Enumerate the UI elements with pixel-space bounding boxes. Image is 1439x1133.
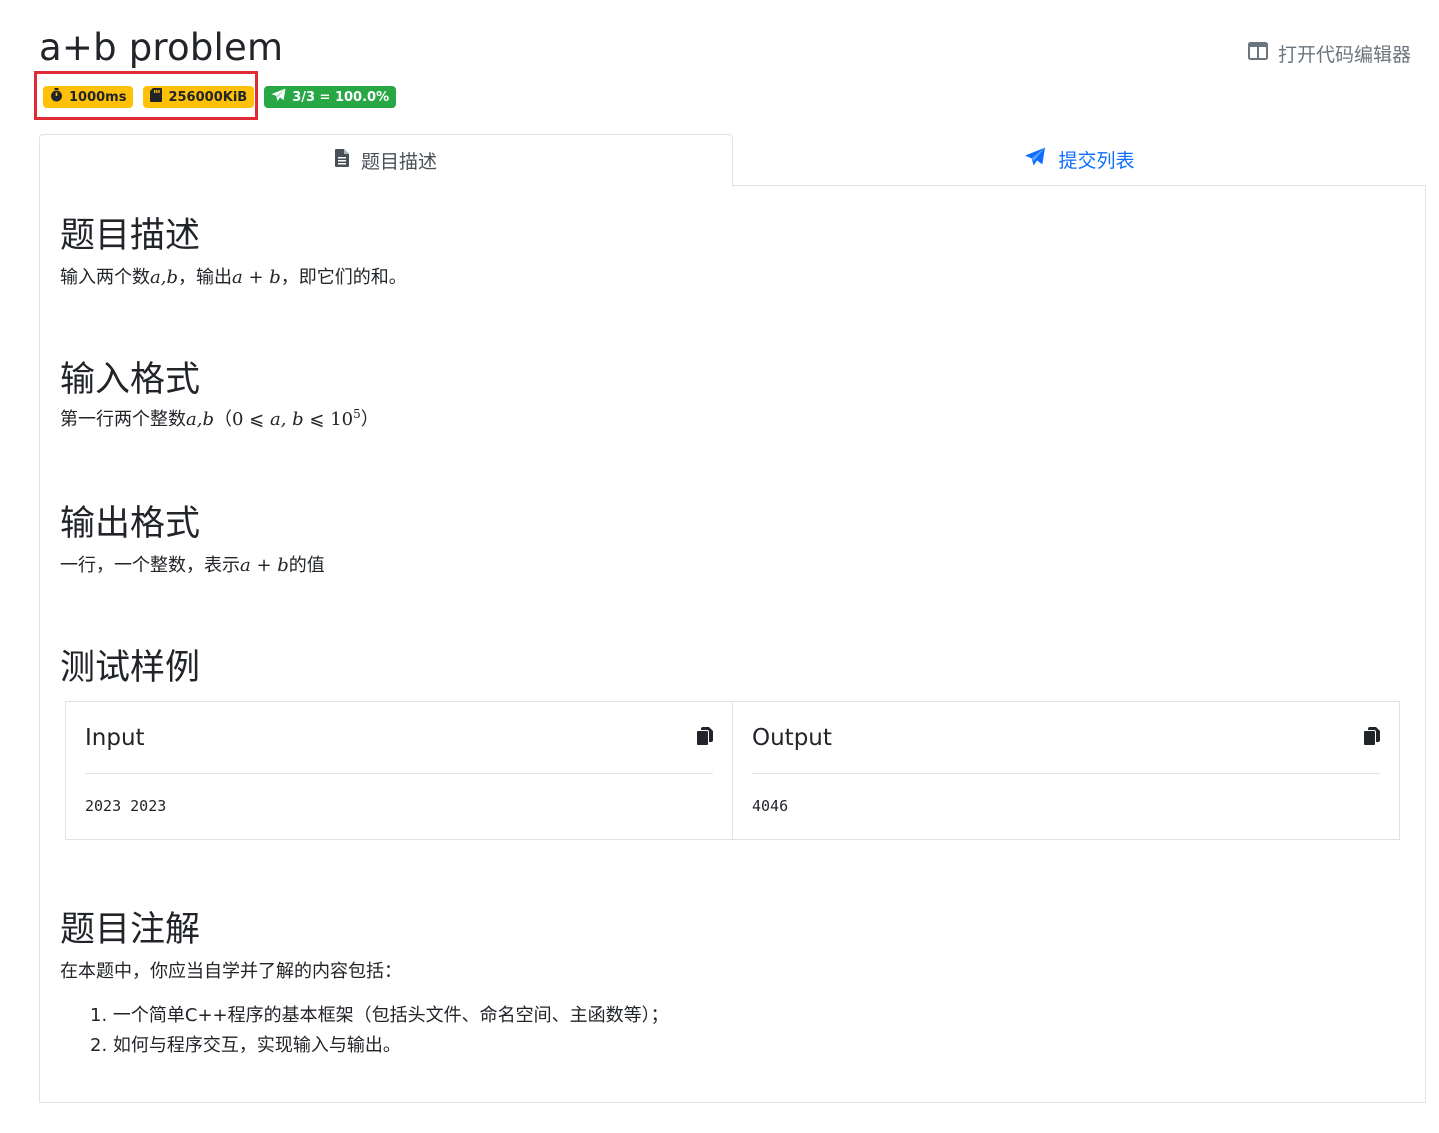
list-item: 2. 如何与程序交互，实现输入与输出。 [90, 1035, 401, 1056]
copy-input-button[interactable] [697, 726, 713, 749]
copy-icon [697, 726, 713, 749]
math-expression: a,b [150, 267, 178, 288]
input-format-paren: ） [360, 409, 379, 430]
sample-output-label: Output [752, 724, 832, 751]
sample-input-label: Input [85, 724, 145, 751]
open-editor-label: 打开代码编辑器 [1277, 44, 1411, 66]
problem-tabs: 题目描述 提交列表 [39, 134, 1426, 186]
tab-submissions-label: 提交列表 [1058, 150, 1135, 172]
input-format-text: 第一行两个整数a,b（0 ⩽ a, b ⩽ 105） [60, 405, 379, 431]
math-expression: 0 ⩽ [231, 409, 270, 430]
sd-card-icon [150, 88, 163, 106]
sample-output-card: Output 4046 [732, 701, 1400, 840]
copy-icon [1364, 726, 1380, 749]
accepted-ratio-badge: 3/3 = 100.0% [264, 86, 397, 108]
memory-limit-badge: 256000KiB [143, 86, 255, 108]
tab-submissions[interactable]: 提交列表 [733, 134, 1426, 186]
columns-icon [1247, 42, 1268, 65]
notes-intro: 在本题中，你应当自学并了解的内容包括： [60, 961, 402, 982]
math-exponent: 5 [353, 407, 361, 421]
description-text: 输入两个数a,b，输出a + b，即它们的和。 [60, 263, 407, 289]
description-heading: 题目描述 [60, 216, 201, 256]
input-format-text-part: 第一行两个整数 [60, 409, 186, 430]
stopwatch-icon [50, 88, 63, 106]
description-text-part: 输入两个数 [60, 267, 150, 288]
sample-input-value: 2023 2023 [85, 797, 167, 815]
output-format-text-part: 的值 [288, 555, 325, 576]
copy-output-button[interactable] [1364, 726, 1380, 749]
time-limit-value: 1000ms [69, 89, 127, 105]
notes-list: 1. 一个简单C++程序的基本框架（包括头文件、命名空间、主函数等）； 2. 如… [90, 1001, 669, 1061]
memory-limit-value: 256000KiB [168, 89, 248, 105]
tab-description-label: 题目描述 [360, 151, 437, 173]
math-expression: ⩽ 10 [303, 409, 354, 430]
description-text-part: ，输出 [177, 267, 232, 288]
math-expression: a + b [240, 555, 289, 576]
open-editor-link[interactable]: 打开代码编辑器 [1247, 40, 1411, 67]
samples-heading: 测试样例 [60, 648, 201, 688]
output-format-text-part: 一行，一个整数，表示 [60, 555, 240, 576]
problem-badges: 1000ms 256000KiB 3/3 = 100.0% [43, 86, 397, 108]
math-expression: a + b [231, 267, 281, 288]
description-text-part: ，即它们的和。 [280, 267, 407, 288]
sample-input-header: Input [85, 702, 713, 774]
math-expression: a, b [269, 409, 304, 430]
sample-output-value: 4046 [752, 797, 789, 815]
sample-input-card: Input 2023 2023 [65, 701, 733, 840]
output-format-heading: 输出格式 [60, 504, 201, 544]
problem-content: 题目描述 输入两个数a,b，输出a + b，即它们的和。 输入格式 第一行两个整… [39, 185, 1426, 1103]
tab-description[interactable]: 题目描述 [39, 134, 733, 186]
file-icon [334, 149, 349, 172]
notes-heading: 题目注解 [60, 910, 201, 950]
paper-plane-icon [1024, 147, 1046, 172]
page-title: a+b problem [39, 26, 284, 69]
accepted-ratio-value: 3/3 = 100.0% [292, 89, 390, 105]
math-expression: a,b [186, 409, 214, 430]
input-format-heading: 输入格式 [60, 360, 201, 400]
paper-plane-icon [271, 88, 286, 106]
time-limit-badge: 1000ms [43, 86, 134, 108]
sample-output-header: Output [752, 702, 1380, 774]
output-format-text: 一行，一个整数，表示a + b的值 [60, 551, 325, 577]
list-item: 1. 一个简单C++程序的基本框架（包括头文件、命名空间、主函数等）； [90, 1005, 669, 1026]
input-format-paren: （ [213, 409, 232, 430]
sample-cases: Input 2023 2023 Output 4046 [65, 701, 1400, 840]
